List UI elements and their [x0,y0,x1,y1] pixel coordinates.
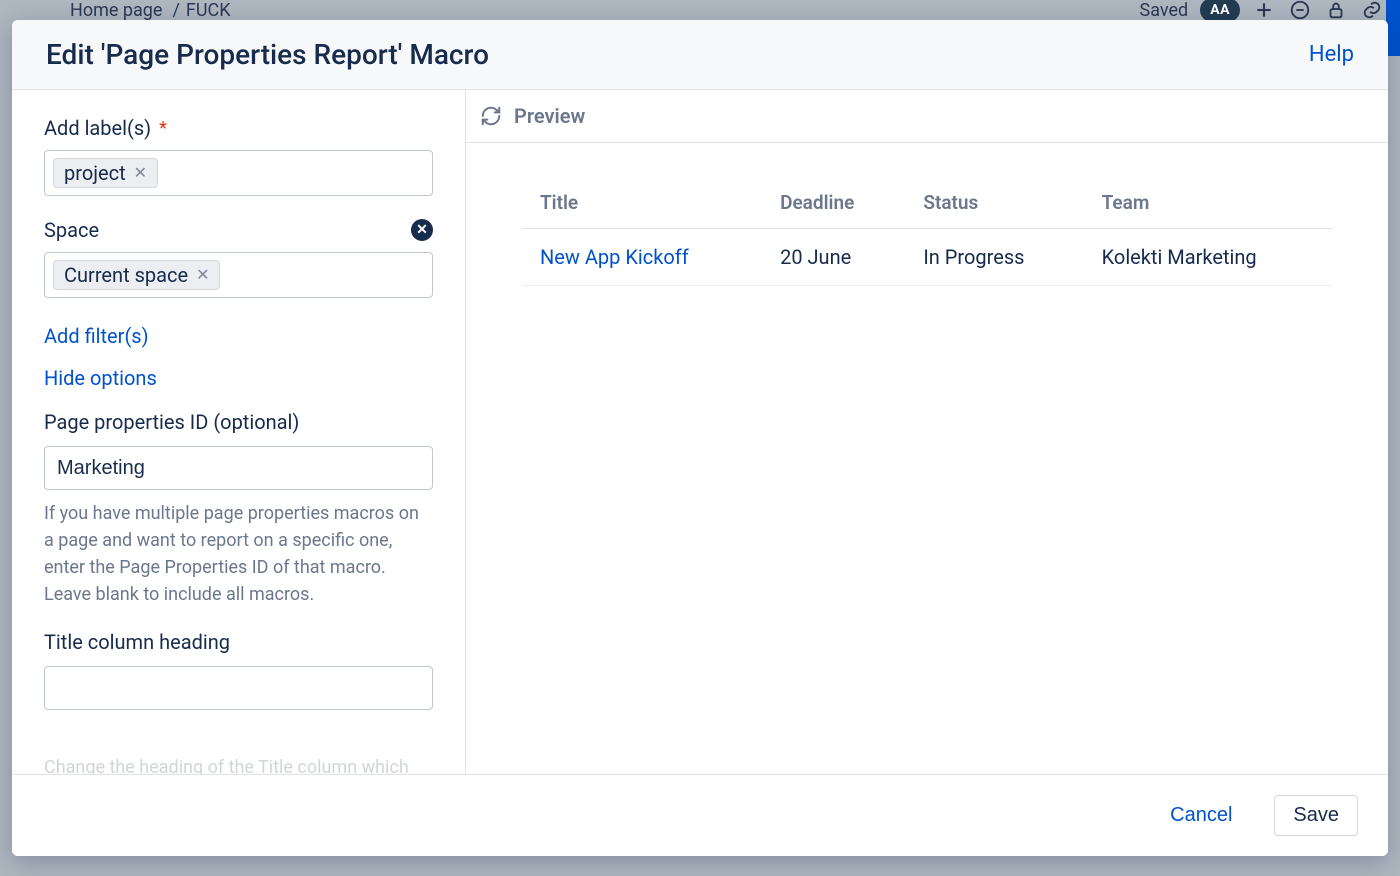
breadcrumb-home[interactable]: Home page [70,0,162,21]
pp-id-help-text: If you have multiple page properties mac… [44,500,433,608]
title-col-label: Title column heading [44,630,433,654]
table-header-row: Title Deadline Status Team [522,177,1332,229]
pp-id-label: Page properties ID (optional) [44,410,433,434]
preview-table: Title Deadline Status Team New App Kicko… [522,177,1332,286]
dialog-title: Edit 'Page Properties Report' Macro [46,38,489,71]
chip-text: project [64,161,126,185]
dialog-footer: Cancel Save [12,774,1388,856]
space-chip-current[interactable]: Current space ✕ [53,260,220,290]
help-link[interactable]: Help [1309,42,1354,67]
preview-heading: Preview [514,104,585,128]
primary-action-sliver [1386,0,1400,56]
chip-text: Current space [64,263,188,287]
cancel-button[interactable]: Cancel [1152,796,1250,835]
lock-icon[interactable] [1324,0,1348,22]
clear-space-icon[interactable]: ✕ [411,219,433,241]
save-button[interactable]: Save [1274,795,1358,836]
dialog-header: Edit 'Page Properties Report' Macro Help [12,20,1388,90]
add-filters-link[interactable]: Add filter(s) [44,324,433,348]
chip-remove-icon[interactable]: ✕ [194,267,211,283]
labels-field-label: Add label(s)* [44,116,433,140]
cell-status: In Progress [905,229,1083,286]
col-title: Title [522,177,762,229]
plus-icon[interactable] [1252,0,1276,22]
pp-id-input[interactable] [44,446,433,490]
truncated-help-text: Change the heading of the Title column w… [44,757,433,774]
preview-pane: Preview Title Deadline Status Team [466,90,1388,774]
breadcrumb-separator: / [172,0,179,21]
refresh-icon[interactable] [480,105,502,127]
cell-deadline: 20 June [762,229,905,286]
labels-input[interactable]: project ✕ [44,150,433,196]
required-mark: * [159,118,167,139]
col-team: Team [1084,177,1332,229]
macro-form-pane: Add label(s)* project ✕ Space ✕ Current … [12,90,466,774]
saved-status: Saved [1140,0,1189,21]
col-deadline: Deadline [762,177,905,229]
breadcrumb-page[interactable]: FUCK [186,0,231,21]
link-icon[interactable] [1360,0,1384,22]
cell-title-link[interactable]: New App Kickoff [522,229,762,286]
hide-options-link[interactable]: Hide options [44,366,433,390]
label-chip-project[interactable]: project ✕ [53,158,158,188]
space-input[interactable]: Current space ✕ [44,252,433,298]
col-status: Status [905,177,1083,229]
cell-team: Kolekti Marketing [1084,229,1332,286]
comment-icon[interactable] [1288,0,1312,22]
chip-remove-icon[interactable]: ✕ [132,165,149,181]
space-field-label: Space [44,218,99,242]
macro-edit-dialog: Edit 'Page Properties Report' Macro Help… [12,20,1388,856]
title-col-input[interactable] [44,666,433,710]
editor-top-bar: Home page / FUCK Saved AA [0,0,1400,20]
aa-badge[interactable]: AA [1200,0,1240,22]
table-row: New App Kickoff 20 June In Progress Kole… [522,229,1332,286]
